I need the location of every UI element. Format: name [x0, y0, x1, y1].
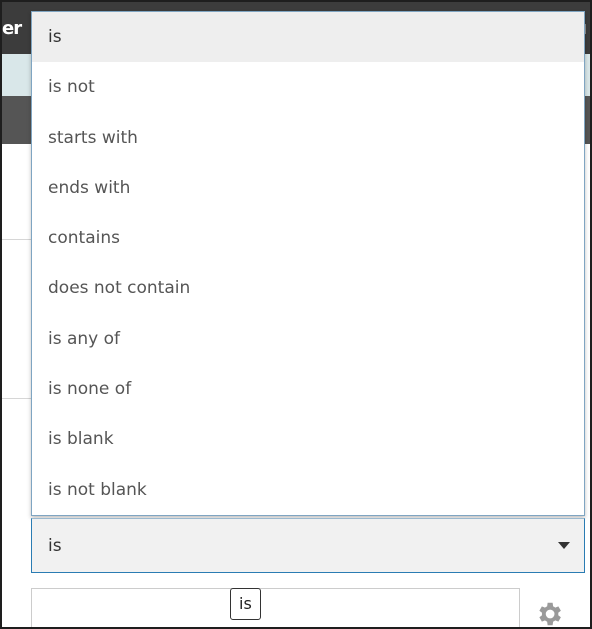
caret-down-icon: [558, 542, 570, 549]
screenshot-frame: er u is is not starts with ends with con…: [0, 0, 592, 629]
option-is-any-of[interactable]: is any of: [32, 314, 584, 364]
background-title-fragment: er: [2, 18, 22, 39]
option-is-none-of[interactable]: is none of: [32, 364, 584, 414]
gear-icon[interactable]: [534, 599, 564, 629]
option-is-not[interactable]: is not: [32, 62, 584, 112]
option-ends-with[interactable]: ends with: [32, 163, 584, 213]
value-input[interactable]: [31, 588, 520, 627]
operator-select-value: is: [48, 535, 62, 556]
operator-dropdown-list: is is not starts with ends with contains…: [31, 11, 585, 516]
option-is[interactable]: is: [32, 12, 584, 63]
option-is-not-blank[interactable]: is not blank: [32, 465, 584, 515]
option-starts-with[interactable]: starts with: [32, 113, 584, 163]
background-divider: [2, 398, 32, 399]
tooltip: is: [230, 588, 261, 620]
option-contains[interactable]: contains: [32, 213, 584, 263]
option-is-blank[interactable]: is blank: [32, 414, 584, 464]
option-does-not-contain[interactable]: does not contain: [32, 263, 584, 313]
background-divider: [2, 239, 32, 240]
operator-select[interactable]: is: [31, 518, 585, 573]
